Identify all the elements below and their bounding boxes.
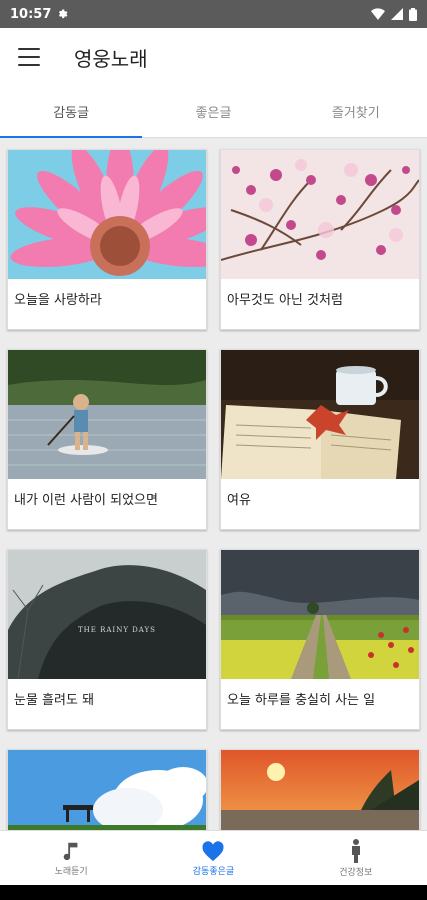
card-become-person[interactable]: 내가 이런 사람이 되었으면 — [7, 349, 207, 530]
nav-health-info[interactable]: 건강정보 — [285, 831, 427, 885]
card-image-blossoms — [221, 150, 419, 279]
card-image-sunset-lake — [221, 750, 419, 830]
settings-gear-icon — [59, 9, 68, 19]
card-image-sky-bench — [8, 750, 206, 830]
card-image-book-leaf — [221, 350, 419, 479]
battery-icon — [409, 7, 417, 21]
rainy-days-overlay-text: THE RAINY DAYS — [78, 626, 156, 634]
status-bar: 10:57 — [0, 0, 427, 28]
nav-label: 노래듣기 — [54, 866, 88, 877]
card-okay-to-cry[interactable]: THE RAINY DAYS 눈물 흘려도 돼 — [7, 549, 207, 730]
app-title: 영웅노래 — [74, 46, 148, 71]
system-navigation-bar — [0, 885, 427, 900]
card-caption: 눈물 흘려도 돼 — [14, 693, 95, 708]
menu-icon[interactable] — [18, 48, 40, 66]
tab-touching-stories[interactable]: 감동글 — [0, 86, 143, 138]
card-sky-bench[interactable] — [7, 749, 207, 830]
card-caption: 아무것도 아닌 것처럼 — [227, 293, 343, 308]
nav-label: 건강정보 — [339, 867, 373, 878]
card-love-today[interactable]: 오늘을 사랑하라 — [7, 149, 207, 330]
card-caption: 오늘 하루를 충실히 사는 일 — [227, 693, 376, 708]
card-image-paddleboard — [8, 350, 206, 479]
card-sunset-lake[interactable] — [220, 749, 420, 830]
card-live-fully[interactable]: 오늘 하루를 충실히 사는 일 — [220, 549, 420, 730]
music-note-icon — [63, 842, 78, 860]
card-caption: 내가 이런 사람이 되었으면 — [14, 493, 158, 508]
card-leisure[interactable]: 여유 — [220, 349, 420, 530]
card-grid: 오늘을 사랑하라 아무것도 아닌 것처럼 내가 이런 사람이 되었으면 여유 T… — [0, 139, 427, 830]
card-like-nothing[interactable]: 아무것도 아닌 것처럼 — [220, 149, 420, 330]
signal-icon — [391, 8, 403, 20]
app-bar: 영웅노래 — [0, 28, 427, 86]
wifi-icon — [371, 8, 385, 20]
person-icon — [351, 838, 360, 863]
bottom-navigation: 노래듣기 감동좋은글 건강정보 — [0, 830, 427, 885]
tab-good-writings[interactable]: 좋은글 — [142, 86, 284, 137]
heart-icon — [202, 840, 225, 861]
card-image-rainy-tree: THE RAINY DAYS — [8, 550, 206, 679]
status-time: 10:57 — [10, 6, 52, 22]
nav-touching-writings[interactable]: 감동좋은글 — [142, 831, 284, 885]
nav-label: 감동좋은글 — [192, 866, 235, 877]
card-caption: 여유 — [227, 493, 251, 508]
card-caption: 오늘을 사랑하라 — [14, 293, 102, 308]
nav-listen-songs[interactable]: 노래듣기 — [0, 831, 142, 885]
card-image-field-path — [221, 550, 419, 679]
tab-favorites[interactable]: 즐거찾기 — [285, 86, 427, 137]
tab-bar: 감동글 좋은글 즐거찾기 — [0, 86, 427, 138]
card-image-pink-flower — [8, 150, 206, 279]
